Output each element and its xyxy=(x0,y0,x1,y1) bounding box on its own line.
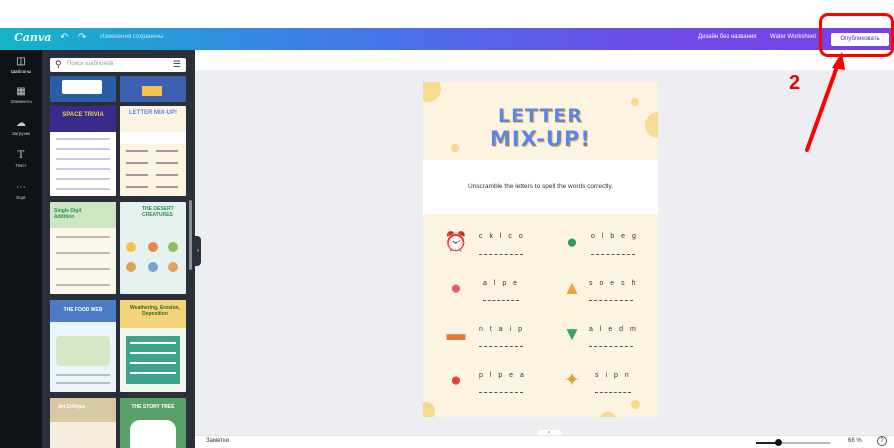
screen: Canva ↶ ↷ Изменения сохранены Дизайн без… xyxy=(0,0,894,448)
annotation-arrow xyxy=(805,52,845,152)
